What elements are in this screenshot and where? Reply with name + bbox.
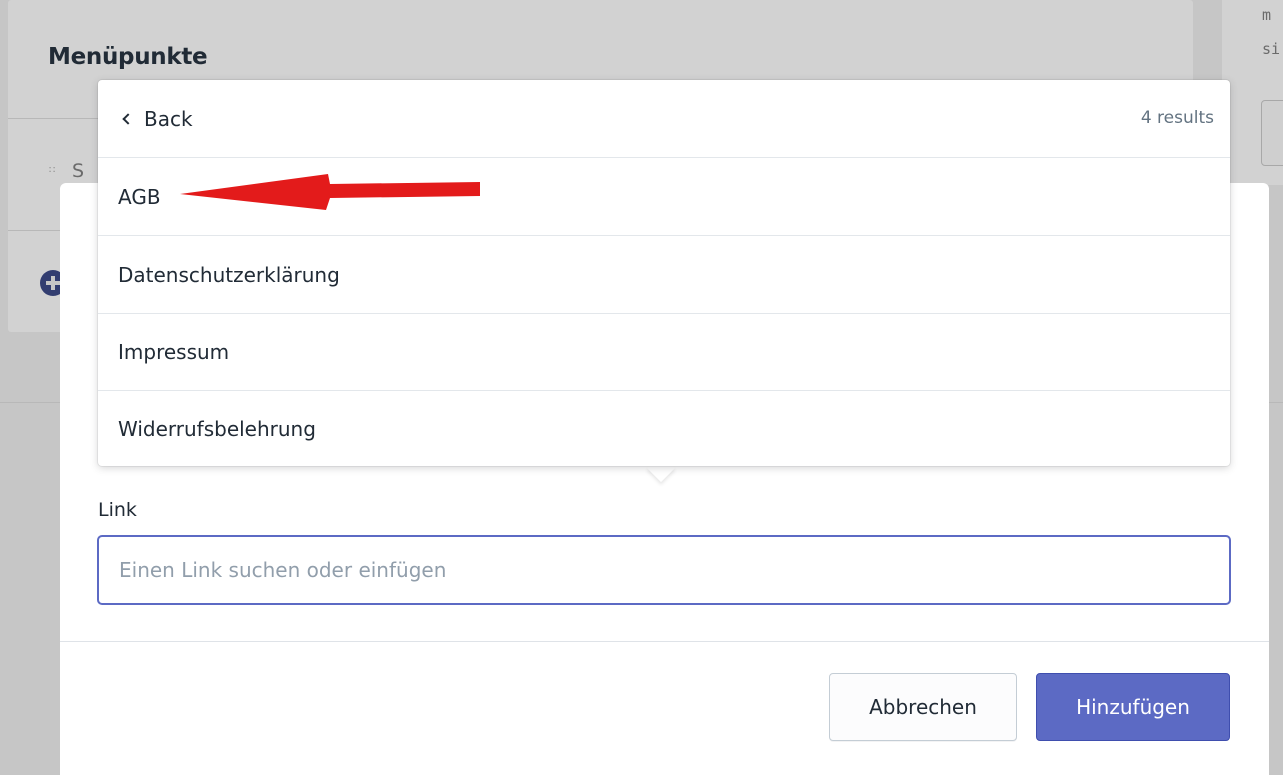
menu-item-label: S (72, 160, 85, 182)
back-label: Back (144, 106, 193, 131)
add-button[interactable]: Hinzufügen (1036, 673, 1230, 741)
result-label: Widerrufsbelehrung (118, 417, 316, 441)
section-title: Menüpunkte (48, 44, 208, 70)
chevron-left-icon (122, 112, 134, 125)
drag-handle-icon[interactable]: ∷ (49, 166, 57, 182)
results-count: 4 results (1140, 108, 1214, 128)
popover-header: Back 4 results (98, 80, 1230, 158)
result-label: AGB (118, 184, 161, 209)
code-snippet: m (1262, 6, 1272, 24)
annotation-arrow-icon (180, 174, 480, 210)
result-label: Datenschutzerklärung (118, 262, 340, 287)
cancel-button[interactable]: Abbrechen (829, 673, 1017, 741)
link-results-popover: Back 4 results AGB Datenschutzerklärung … (98, 80, 1230, 466)
result-label: Impressum (118, 339, 230, 364)
annotation-arrow-shape (180, 174, 480, 210)
link-field-label: Link (98, 499, 137, 521)
result-item-datenschutzerklaerung[interactable]: Datenschutzerklärung (98, 236, 1230, 314)
code-snippet: si (1262, 40, 1281, 58)
footer-divider (60, 641, 1269, 642)
back-button[interactable]: Back (118, 107, 193, 131)
link-search-input[interactable] (97, 535, 1231, 605)
result-item-widerrufsbelehrung[interactable]: Widerrufsbelehrung (98, 390, 1230, 468)
side-button[interactable] (1261, 100, 1283, 166)
result-item-impressum[interactable]: Impressum (98, 313, 1230, 391)
